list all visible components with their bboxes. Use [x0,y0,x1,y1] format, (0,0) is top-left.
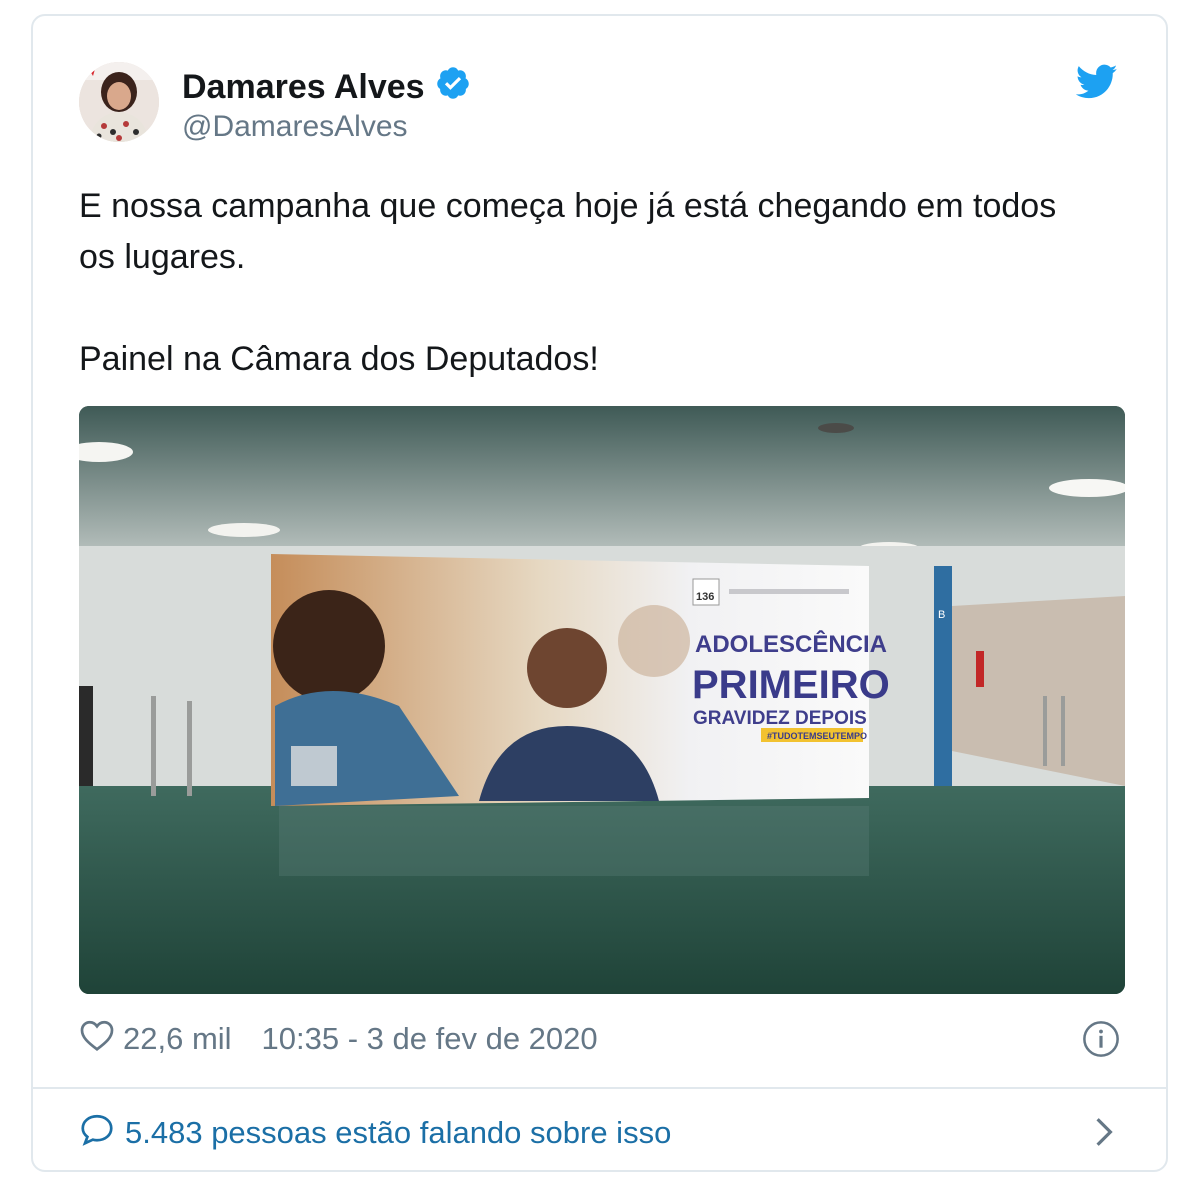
banner-title-3: GRAVIDEZ DEPOIS [693,708,867,729]
conversation-count[interactable]: 5.483 pessoas estão falando sobre isso [125,1115,671,1151]
banner-title-2: PRIMEIRO [692,663,890,707]
speech-bubble-icon [79,1112,115,1154]
divider [33,1087,1166,1089]
banner-title-1: ADOLESCÊNCIA [695,630,887,658]
conversation-link[interactable]: 5.483 pessoas estão falando sobre isso [79,1112,671,1154]
tweet-text-paragraph-2: Painel na Câmara dos Deputados! [79,340,599,378]
verified-icon [435,65,471,110]
author-name-row[interactable]: Damares Alves [182,65,471,110]
tweet-photo[interactable]: B ADOLESCÊNCIA PRIMEIRO GRAVIDEZ DEPOIS … [79,406,1125,994]
timestamp[interactable]: 10:35 - 3 de fev de 2020 [262,1021,598,1057]
banner-number: 136 [696,591,714,603]
author-handle[interactable]: @DamaresAlves [182,110,408,144]
banner-hashtag: #TUDOTEMSEUTEMPO [767,731,867,741]
author-name[interactable]: Damares Alves [182,68,425,107]
like-count: 22,6 mil [123,1021,232,1056]
info-icon[interactable] [1082,1020,1120,1063]
like-button[interactable]: 22,6 mil [79,1018,232,1060]
wall-marker: B [938,609,945,621]
tweet-text: E nossa campanha que começa hoje já está… [79,181,1079,385]
avatar[interactable] [79,62,159,142]
chevron-right-icon[interactable] [1094,1116,1114,1153]
tweet-text-paragraph-1: E nossa campanha que começa hoje já está… [79,187,1057,276]
tweet-card: Damares Alves @DamaresAlves E nossa camp… [31,14,1168,1172]
tweet-meta: 22,6 mil 10:35 - 3 de fev de 2020 [79,1016,598,1062]
heart-icon[interactable] [79,1018,115,1060]
twitter-bird-icon[interactable] [1075,64,1118,105]
